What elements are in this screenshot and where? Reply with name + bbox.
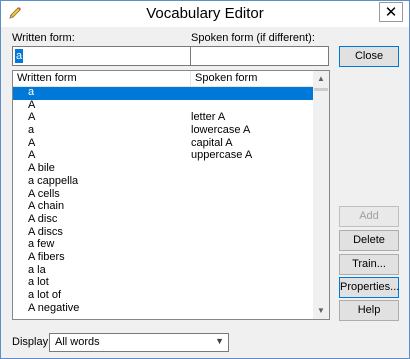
list-item[interactable]: Aletter A (13, 111, 315, 125)
written-form-cell: A fibers (28, 250, 65, 263)
spoken-form-cell: capital A (191, 136, 233, 149)
written-form-label: Written form: (12, 32, 75, 44)
written-form-cell: a cappella (28, 174, 79, 187)
list-item[interactable]: A chain (13, 200, 315, 214)
list-item[interactable]: A negative (13, 301, 315, 316)
written-form-cell: a (28, 124, 35, 137)
list-item[interactable]: A discs (13, 225, 315, 240)
list-item[interactable]: a la (13, 263, 315, 278)
list-item[interactable]: A fibers (13, 250, 315, 265)
display-select[interactable]: All words ▼ (49, 333, 229, 352)
list-item[interactable]: Acapital A (13, 136, 315, 151)
written-form-cell: A disc (28, 212, 58, 225)
list-item[interactable]: A (13, 98, 315, 113)
spoken-form-cell: letter A (191, 111, 226, 124)
written-form-cell: A (28, 136, 36, 149)
vertical-scrollbar[interactable]: ▲ ▼ (313, 71, 329, 319)
spoken-form-cell: uppercase A (191, 149, 253, 162)
written-form-cell: A bile (28, 162, 55, 175)
display-label: Display: (12, 336, 52, 348)
written-form-cell: A cells (28, 187, 60, 200)
display-value: All words (55, 336, 100, 348)
written-form-cell: A negative (28, 301, 80, 314)
written-form-cell: a few (28, 238, 55, 251)
spoken-form-input[interactable] (190, 46, 329, 66)
written-form-cell: A (28, 98, 36, 111)
chevron-down-icon[interactable]: ▼ (215, 336, 224, 346)
written-form-cell: A (28, 149, 36, 162)
window-title: Vocabulary Editor (146, 5, 264, 22)
list-rows: a A Aletter Aa lowercase A Acapital A Aupperc… (13, 86, 315, 316)
written-form-cell: A chain (28, 200, 65, 213)
written-form-cell: a lot (28, 276, 49, 289)
vocabulary-list[interactable]: Written form Spoken form a A Aletter Aa low… (12, 70, 330, 320)
list-item[interactable]: a (13, 86, 315, 100)
list-header: Written form Spoken form (13, 71, 315, 87)
column-spoken-form[interactable]: Spoken form (195, 72, 257, 84)
delete-button[interactable]: Delete (339, 230, 399, 251)
add-button[interactable]: Add (339, 206, 399, 227)
written-form-cell: A discs (28, 225, 63, 238)
scroll-down-icon[interactable]: ▼ (313, 303, 329, 319)
close-button[interactable]: Close (339, 46, 399, 67)
column-written-form[interactable]: Written form (17, 72, 77, 84)
written-form-cell: a la (28, 263, 46, 276)
spoken-form-label: Spoken form (if different): (191, 32, 315, 44)
list-item[interactable]: Auppercase A (13, 149, 315, 163)
title-bar[interactable]: Vocabulary Editor ✕ (1, 1, 409, 27)
help-button[interactable]: Help (339, 300, 399, 321)
vocabulary-editor-window: Vocabulary Editor ✕ Written form: a Spok… (0, 0, 410, 359)
written-form-cell: A (28, 111, 36, 124)
scroll-up-icon[interactable]: ▲ (313, 71, 329, 87)
column-divider[interactable] (190, 71, 191, 86)
properties-button[interactable]: Properties... (339, 277, 399, 298)
window-close-icon[interactable]: ✕ (379, 2, 403, 22)
scroll-thumb[interactable] (314, 88, 328, 91)
written-form-cell: a lot of (28, 289, 62, 301)
written-form-cell: a (28, 86, 35, 98)
spoken-form-cell: lowercase A (191, 124, 251, 137)
train-button[interactable]: Train... (339, 254, 399, 275)
list-item[interactable]: a lowercase A (13, 124, 315, 138)
written-form-value: a (15, 49, 24, 63)
